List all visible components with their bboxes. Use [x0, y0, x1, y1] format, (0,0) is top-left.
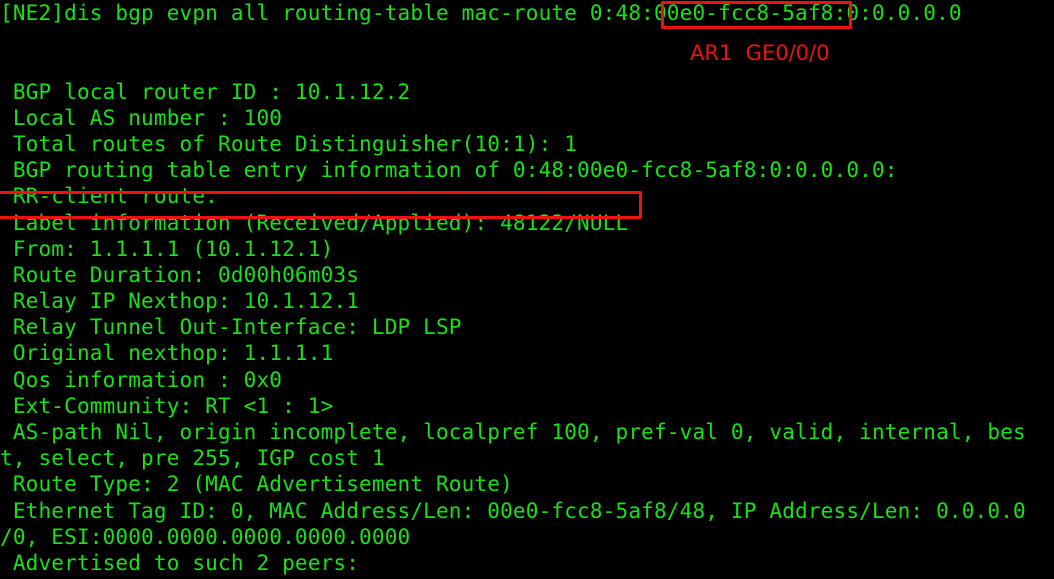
terminal-line: Route Duration: 0d00h06m03s	[0, 262, 360, 287]
terminal-line: Relay Tunnel Out-Interface: LDP LSP	[0, 315, 462, 340]
terminal-line: AS-path Nil, origin incomplete, localpre…	[0, 420, 1026, 444]
terminal-line: Ethernet Tag ID: 0, MAC Address/Len: 00e…	[0, 498, 1026, 523]
terminal-line: Advertised to such 2 peers:	[0, 550, 360, 575]
terminal-line: From: 1.1.1.1 (10.1.12.1)	[0, 236, 334, 261]
terminal-line: Relay IP Nexthop: 10.1.12.1	[0, 289, 360, 314]
terminal-line: BGP routing table entry information of 0…	[0, 158, 898, 183]
terminal-line: Total routes of Route Distinguisher(10:1…	[0, 131, 578, 156]
terminal-output[interactable]: [NE2]dis bgp evpn all routing-table mac-…	[0, 0, 1054, 579]
terminal-line: Ext-Community: RT <1 : 1>	[0, 393, 334, 418]
terminal-line: Route Type: 2 (MAC Advertisement Route)	[0, 472, 513, 497]
terminal-line: /0, ESI:0000.0000.0000.0000.0000	[0, 524, 411, 549]
terminal-line: Original nexthop: 1.1.1.1	[0, 341, 334, 366]
ar1-interface-callout: AR1 GE0/0/0	[690, 41, 830, 65]
terminal-line: Label information (Received/Applied): 48…	[0, 210, 629, 235]
terminal-line: BGP local router ID : 10.1.12.2	[0, 79, 411, 104]
terminal-line: RR-client route.	[0, 184, 218, 209]
terminal-line: Local AS number : 100	[0, 105, 283, 130]
terminal-line-list: [NE2]dis bgp evpn all routing-table mac-…	[0, 0, 1054, 579]
terminal-line: t, select, pre 255, IGP cost 1	[0, 446, 385, 471]
terminal-line: Qos information : 0x0	[0, 367, 283, 392]
terminal-line: [NE2]dis bgp evpn all routing-table mac-…	[0, 1, 962, 25]
